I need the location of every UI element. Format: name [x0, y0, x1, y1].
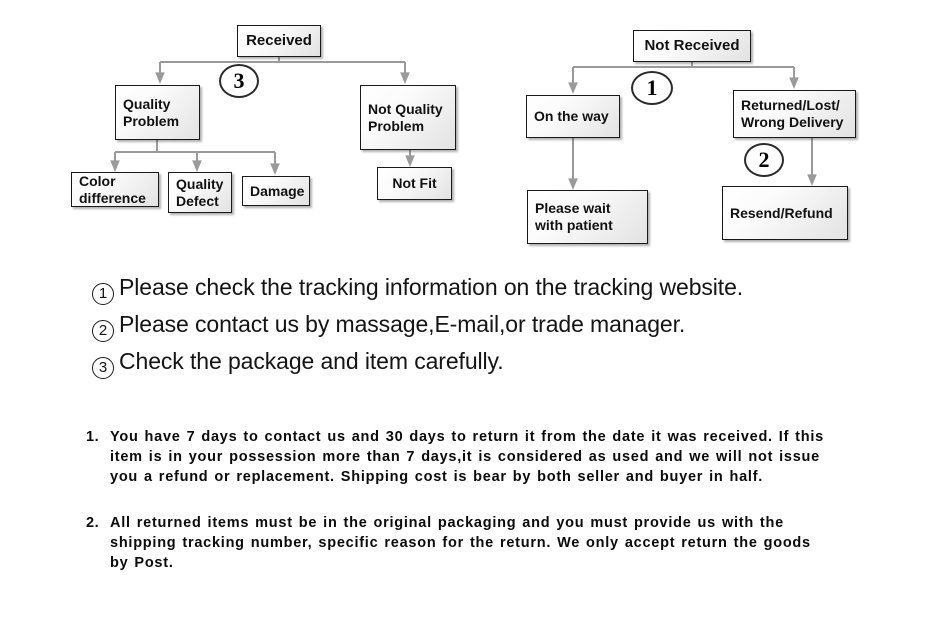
- legend-list: 1 Please check the tracking information …: [92, 274, 872, 385]
- legend-item-text: Please contact us by massage,E-mail,or t…: [119, 311, 686, 337]
- terms-list: 1. You have 7 days to contact us and 30 …: [86, 427, 826, 599]
- legend-item: 3 Check the package and item carefully.: [92, 348, 872, 385]
- flow-node-resend-refund: Resend/Refund: [722, 186, 848, 240]
- legend-item: 1 Please check the tracking information …: [92, 274, 872, 311]
- flow-node-please-wait: Please wait with patient: [527, 190, 648, 244]
- terms-item-text: All returned items must be in the origin…: [110, 515, 811, 571]
- legend-item: 2 Please contact us by massage,E-mail,or…: [92, 311, 872, 348]
- terms-item-text: You have 7 days to contact us and 30 day…: [110, 429, 824, 485]
- flow-node-quality-problem: Quality Problem: [115, 85, 200, 140]
- terms-item: 1. You have 7 days to contact us and 30 …: [86, 427, 826, 487]
- flow-node-on-the-way: On the way: [526, 95, 620, 138]
- flow-node-not-quality-problem: Not Quality Problem: [360, 85, 456, 150]
- step-circle-1: 1: [631, 71, 673, 105]
- flow-node-damage: Damage: [242, 176, 310, 206]
- legend-number-badge: 1: [92, 282, 114, 305]
- terms-item-number: 1.: [86, 429, 100, 445]
- flow-node-quality-defect: Quality Defect: [168, 172, 232, 213]
- flow-node-not-fit: Not Fit: [377, 167, 452, 200]
- terms-item-number: 2.: [86, 515, 100, 531]
- flow-node-color-difference: Color difference: [71, 172, 159, 207]
- legend-item-text: Please check the tracking information on…: [119, 274, 744, 300]
- flowchart-diagram: Received 3 Quality Problem Not Quality P…: [0, 0, 928, 260]
- legend-item-text: Check the package and item carefully.: [119, 348, 504, 374]
- flow-node-received: Received: [237, 25, 321, 57]
- flow-node-not-received: Not Received: [633, 30, 751, 62]
- terms-item: 2. All returned items must be in the ori…: [86, 513, 826, 573]
- step-circle-2: 2: [744, 143, 784, 177]
- flow-node-returned-lost-wrong-delivery: Returned/Lost/ Wrong Delivery: [733, 90, 856, 138]
- legend-number-badge: 3: [92, 356, 114, 379]
- step-circle-3: 3: [219, 64, 259, 98]
- legend-number-badge: 2: [92, 319, 114, 342]
